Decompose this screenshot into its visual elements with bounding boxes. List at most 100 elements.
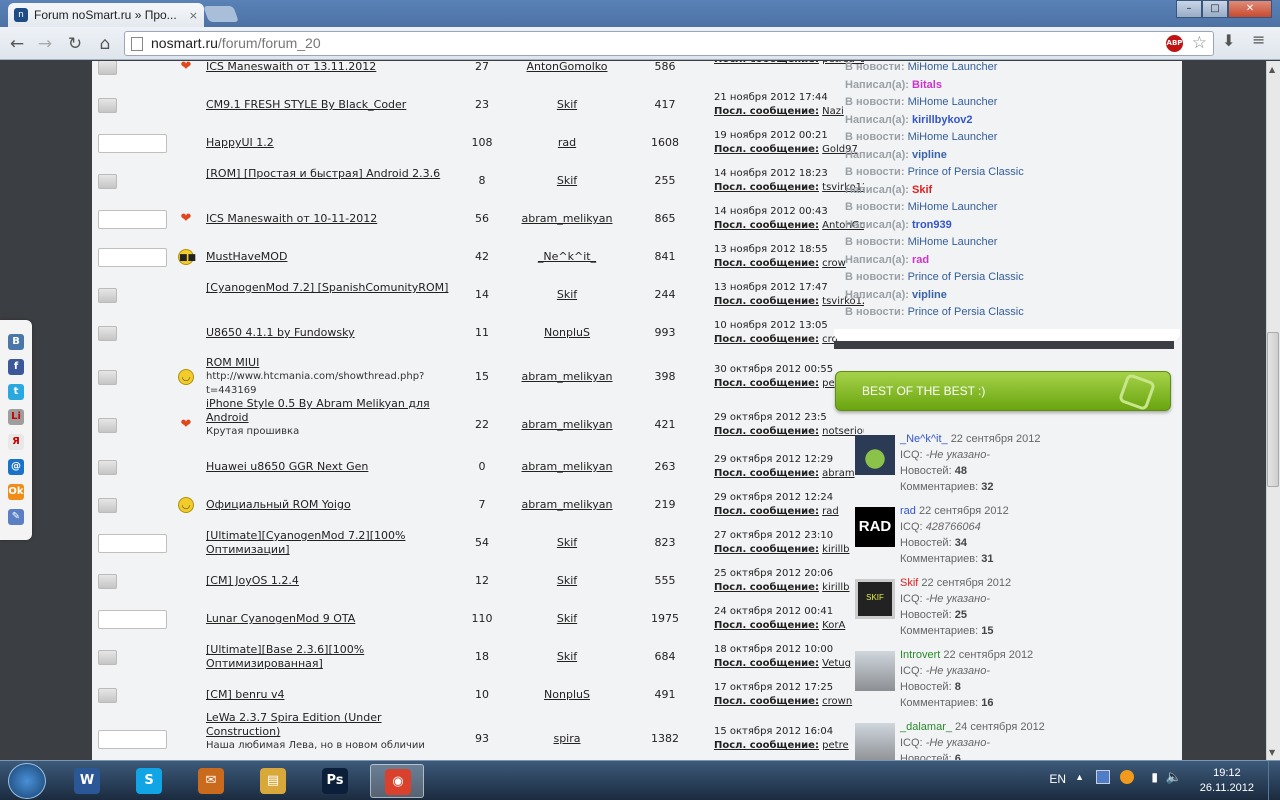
- topic-link[interactable]: LeWa 2.3.7 Spira Edition (Under Construc…: [206, 711, 382, 738]
- feed-news-link[interactable]: MiHome Launcher: [908, 61, 998, 73]
- volume-icon[interactable]: 🔈: [1166, 769, 1182, 785]
- share-button[interactable]: Li: [8, 409, 24, 425]
- user-avatar[interactable]: SKIF: [855, 579, 895, 619]
- topic-link[interactable]: [Ultimate][Base 2.3.6][100% Оптимизирова…: [206, 643, 364, 670]
- feed-news-link[interactable]: MiHome Launcher: [908, 131, 998, 143]
- feed-author-link[interactable]: vipline: [912, 149, 947, 161]
- feed-author-link[interactable]: kirillbykov2: [912, 114, 973, 126]
- maximize-button[interactable]: □: [1202, 0, 1228, 18]
- scrollbar-thumb[interactable]: [1267, 332, 1279, 487]
- topic-author-link[interactable]: abram_melikyan: [512, 212, 622, 225]
- share-button[interactable]: Ok: [8, 484, 24, 500]
- user-name-link[interactable]: _Ne^k^it_: [900, 433, 948, 445]
- back-icon[interactable]: ←: [6, 33, 28, 55]
- topic-author-link[interactable]: AntonGomolko: [512, 61, 622, 73]
- scroll-down-icon[interactable]: ▼: [1269, 748, 1275, 757]
- feed-news-link[interactable]: Prince of Persia Classic: [908, 166, 1024, 178]
- user-name-link[interactable]: Skif: [900, 577, 918, 589]
- last-post-user-link[interactable]: kirillb: [822, 582, 849, 593]
- browser-tab[interactable]: n Forum noSmart.ru » Про... ×: [8, 3, 204, 27]
- share-button[interactable]: В: [8, 334, 24, 350]
- show-desktop-button[interactable]: [1268, 761, 1280, 800]
- taskbar-app-button[interactable]: W: [60, 764, 114, 798]
- topic-link[interactable]: ICS Maneswaith от 13.11.2012: [206, 61, 376, 73]
- last-post-user-link[interactable]: kirillb: [822, 544, 849, 555]
- wrench-menu-icon[interactable]: ≡: [1252, 30, 1265, 49]
- last-post-user-link[interactable]: Vetug: [822, 658, 851, 669]
- topic-author-link[interactable]: Skif: [512, 174, 622, 187]
- feed-news-link[interactable]: MiHome Launcher: [908, 201, 998, 213]
- topic-author-link[interactable]: _Ne^k^it_: [512, 250, 622, 263]
- topic-link[interactable]: ROM MIUI: [206, 356, 259, 369]
- topic-link[interactable]: [CM] JoyOS 1.2.4: [206, 574, 299, 587]
- tray-expand-icon[interactable]: ▲: [1075, 772, 1084, 782]
- last-post-user-link[interactable]: rad: [822, 506, 839, 517]
- feed-author-link[interactable]: vipline: [912, 289, 947, 301]
- close-window-button[interactable]: ✕: [1228, 0, 1272, 18]
- feed-author-link[interactable]: rad: [912, 254, 929, 266]
- feed-author-link[interactable]: tron939: [912, 219, 952, 231]
- topic-author-link[interactable]: Skif: [512, 612, 622, 625]
- topic-link[interactable]: Lunar CyanogenMod 9 OTA: [206, 612, 355, 625]
- user-name-link[interactable]: Introvert: [900, 649, 940, 661]
- clock[interactable]: 19:12 26.11.2012: [1200, 766, 1254, 796]
- topic-author-link[interactable]: abram_melikyan: [512, 460, 622, 473]
- topic-link[interactable]: HappyUI 1.2: [206, 136, 274, 149]
- tab-close-icon[interactable]: ×: [189, 9, 198, 22]
- user-avatar[interactable]: [855, 651, 895, 691]
- topic-link[interactable]: Официальный ROM Yoigo: [206, 498, 351, 511]
- tray-avast-icon[interactable]: [1120, 770, 1134, 784]
- user-avatar[interactable]: [855, 723, 895, 761]
- topic-link[interactable]: iPhone Style 0.5 By Abram Melikyan для A…: [206, 397, 430, 424]
- feed-author-link[interactable]: Bitals: [912, 79, 942, 91]
- feed-news-link[interactable]: MiHome Launcher: [908, 96, 998, 108]
- topic-author-link[interactable]: Skif: [512, 288, 622, 301]
- topic-author-link[interactable]: abram_melikyan: [512, 370, 622, 383]
- share-button[interactable]: f: [8, 359, 24, 375]
- feed-news-link[interactable]: Prince of Persia Classic: [908, 306, 1024, 318]
- topic-author-link[interactable]: spira: [512, 732, 622, 745]
- topic-link[interactable]: [CyanogenMod 7.2] [SpanishComunityROM]: [206, 281, 448, 294]
- topic-author-link[interactable]: Skif: [512, 574, 622, 587]
- topic-author-link[interactable]: NonpluS: [512, 326, 622, 339]
- url-text[interactable]: nosmart.ru/forum/forum_20: [151, 35, 321, 51]
- tray-app-icon[interactable]: [1096, 770, 1110, 784]
- share-button[interactable]: @: [8, 459, 24, 475]
- topic-author-link[interactable]: rad: [512, 136, 622, 149]
- forward-icon[interactable]: →: [34, 33, 56, 55]
- feed-news-link[interactable]: MiHome Launcher: [908, 236, 998, 248]
- last-post-user-link[interactable]: crown: [822, 696, 852, 707]
- taskbar-app-button[interactable]: ✉: [184, 764, 238, 798]
- taskbar-app-button[interactable]: ◉: [370, 764, 424, 798]
- language-indicator[interactable]: EN: [1049, 772, 1066, 786]
- topic-author-link[interactable]: Skif: [512, 536, 622, 549]
- scroll-up-icon[interactable]: ▲: [1269, 65, 1275, 74]
- user-avatar[interactable]: RAD: [855, 507, 895, 547]
- share-button[interactable]: t: [8, 384, 24, 400]
- last-post-user-link[interactable]: Nazi: [822, 106, 844, 117]
- user-name-link[interactable]: rad: [900, 505, 916, 517]
- topic-link[interactable]: CM9.1 FRESH STYLE By Black_Coder: [206, 98, 406, 111]
- user-avatar[interactable]: [855, 435, 895, 475]
- taskbar-app-button[interactable]: Ps: [308, 764, 362, 798]
- feed-author-link[interactable]: Skif: [912, 184, 932, 196]
- topic-author-link[interactable]: abram_melikyan: [512, 418, 622, 431]
- topic-link[interactable]: [CM] benru v4: [206, 688, 284, 701]
- network-icon[interactable]: ▮: [1151, 770, 1158, 784]
- feed-news-link[interactable]: Prince of Persia Classic: [908, 271, 1024, 283]
- topic-link[interactable]: Huawei u8650 GGR Next Gen: [206, 460, 368, 473]
- topic-author-link[interactable]: abram_melikyan: [512, 498, 622, 511]
- adblock-icon[interactable]: ABP: [1166, 35, 1183, 52]
- last-post-user-link[interactable]: KorA: [822, 620, 845, 631]
- taskbar-app-button[interactable]: S: [122, 764, 176, 798]
- last-post-user-link[interactable]: abram: [822, 468, 854, 479]
- extension-icon[interactable]: ⬇: [1222, 31, 1235, 50]
- last-post-user-link[interactable]: petre: [822, 740, 848, 751]
- topic-link[interactable]: MustHaveMOD: [206, 250, 287, 263]
- share-button[interactable]: ✎: [8, 509, 24, 525]
- topic-link[interactable]: ICS Maneswaith от 10-11-2012: [206, 212, 377, 225]
- taskbar-app-button[interactable]: ▤: [246, 764, 300, 798]
- topic-link[interactable]: [ROM] [Простая и быстрая] Android 2.3.6: [206, 167, 440, 180]
- user-name-link[interactable]: _dalamar_: [900, 721, 952, 733]
- new-tab-button[interactable]: [203, 6, 239, 22]
